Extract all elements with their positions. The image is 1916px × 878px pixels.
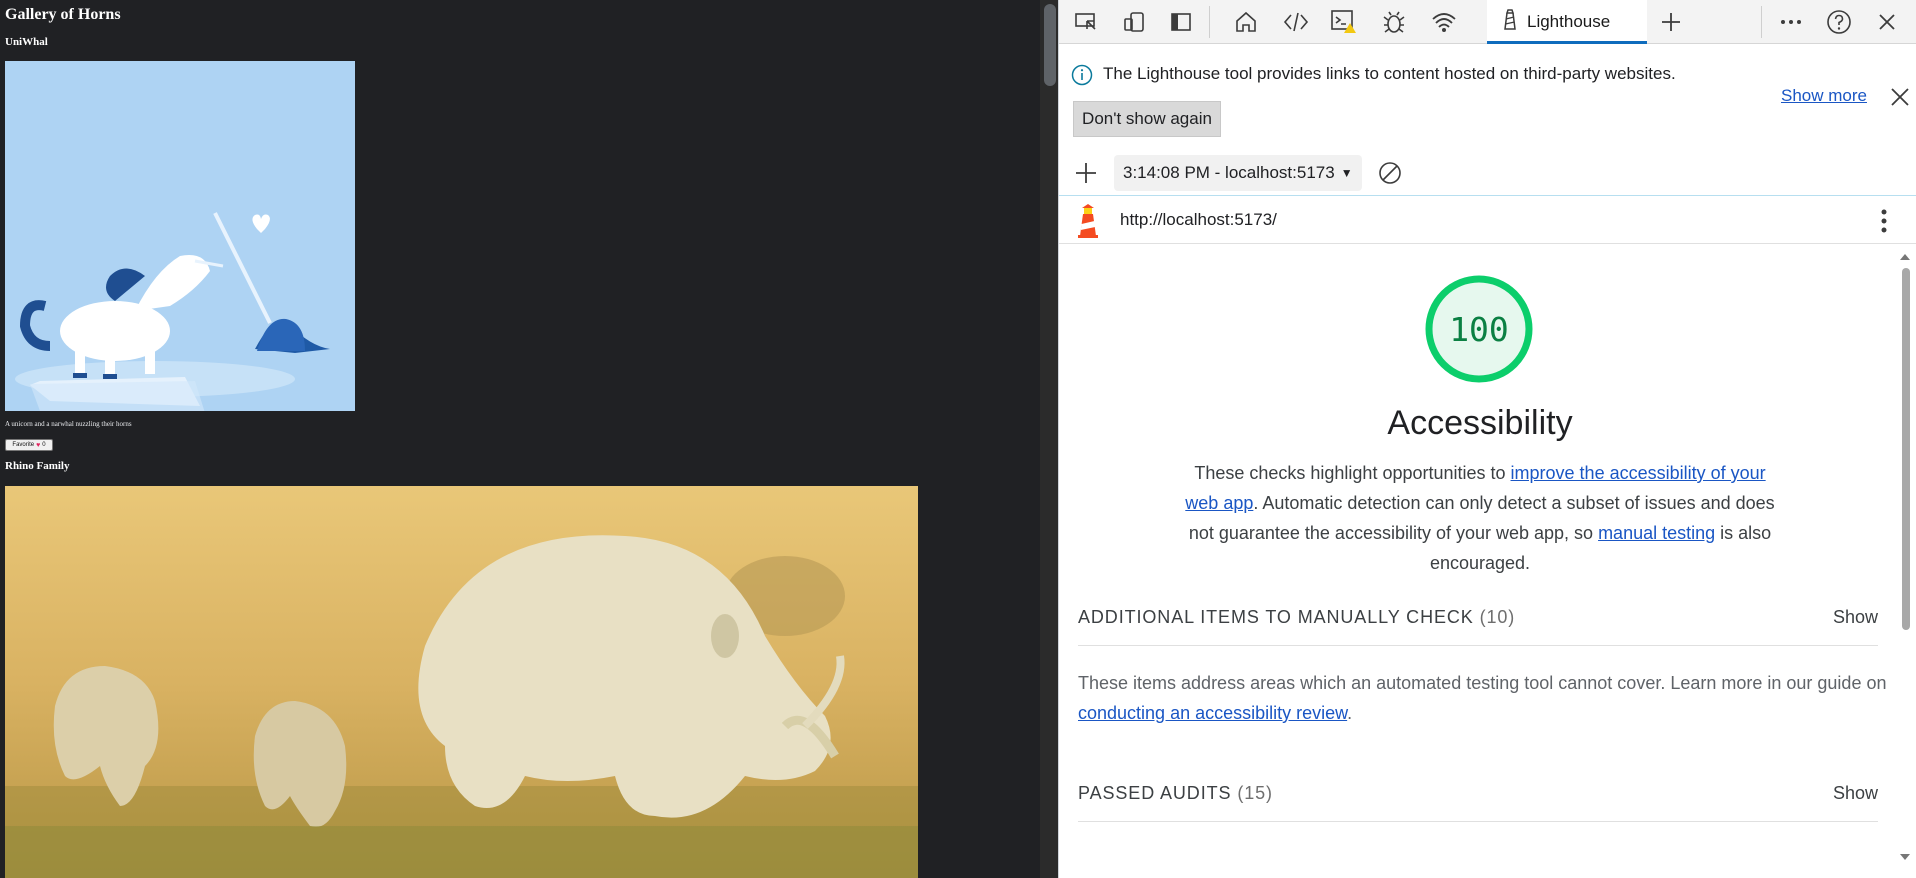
info-message: The Lighthouse tool provides links to co…	[1103, 64, 1676, 83]
passed-audits-section-header[interactable]: PASSED AUDITS (15) Show	[1078, 772, 1878, 822]
report-selector[interactable]: 3:14:08 PM - localhost:5173 ▼	[1114, 155, 1362, 191]
help-icon[interactable]	[1824, 8, 1854, 36]
page-scrollbar-thumb[interactable]	[1044, 4, 1056, 86]
manual-checks-show-toggle[interactable]: Show	[1833, 607, 1878, 628]
info-icon	[1071, 64, 1093, 86]
scroll-up-arrow-icon[interactable]	[1900, 254, 1910, 260]
tab-lighthouse[interactable]: Lighthouse	[1487, 0, 1647, 44]
heart-icon: ♥	[36, 441, 41, 449]
add-tab-icon[interactable]	[1656, 8, 1686, 36]
accessibility-score: 100	[1449, 309, 1509, 349]
accessibility-review-link[interactable]: conducting an accessibility review	[1078, 703, 1347, 723]
favorite-label: Favorite	[12, 442, 35, 448]
devtools-toolbar: Lighthouse	[1059, 0, 1916, 44]
bug-icon[interactable]	[1379, 8, 1409, 36]
report-url: http://localhost:5173/	[1120, 210, 1277, 229]
network-wifi-icon[interactable]	[1429, 8, 1459, 36]
manual-checks-title: ADDITIONAL ITEMS TO MANUALLY CHECK (10)	[1078, 607, 1516, 627]
close-infobar-icon[interactable]	[1887, 84, 1913, 110]
home-icon[interactable]	[1231, 8, 1261, 36]
clear-reports-icon[interactable]	[1377, 160, 1403, 186]
devtools-panel: Lighthouse The Lighthouse tool provides …	[1058, 0, 1916, 878]
category-title: Accessibility	[1387, 404, 1573, 442]
category-description: These checks highlight opportunities to …	[1185, 463, 1775, 573]
report-scrollbar-thumb[interactable]	[1902, 268, 1910, 630]
lighthouse-tab-icon	[1501, 8, 1519, 36]
inspect-icon[interactable]	[1071, 8, 1101, 36]
device-emulation-icon[interactable]	[1119, 8, 1149, 36]
tab-lighthouse-label: Lighthouse	[1527, 12, 1611, 31]
uniwhal-heading: UniWhal	[5, 36, 48, 48]
manual-testing-link[interactable]: manual testing	[1598, 523, 1715, 543]
page-scrollbar-track[interactable]	[1040, 0, 1058, 878]
elements-icon[interactable]	[1281, 8, 1311, 36]
lighthouse-logo-icon	[1075, 204, 1101, 238]
report-url-bar: http://localhost:5173/	[1059, 198, 1916, 244]
report-menu-icon[interactable]	[1874, 206, 1894, 236]
dont-show-again-button[interactable]: Don't show again	[1073, 101, 1221, 137]
favorite-button[interactable]: Favorite ♥ 0	[5, 439, 53, 451]
uniwhal-image	[5, 61, 355, 411]
rhino-heading: Rhino Family	[5, 460, 70, 472]
show-more-link[interactable]: Show more	[1781, 86, 1867, 106]
rendered-page: Gallery of Horns UniWhal A unicorn and a…	[0, 0, 1058, 878]
rhino-family-image	[5, 486, 918, 878]
page-title: Gallery of Horns	[5, 6, 121, 23]
close-devtools-icon[interactable]	[1872, 8, 1902, 36]
uniwhal-caption: A unicorn and a narwhal nuzzling their h…	[5, 420, 132, 428]
report-selector-value: 3:14:08 PM - localhost:5173	[1123, 163, 1335, 182]
scroll-down-arrow-icon[interactable]	[1900, 854, 1910, 860]
manual-checks-section-header[interactable]: ADDITIONAL ITEMS TO MANUALLY CHECK (10) …	[1078, 596, 1878, 646]
passed-audits-title: PASSED AUDITS (15)	[1078, 783, 1273, 803]
console-warning-icon[interactable]	[1329, 8, 1359, 36]
more-options-icon[interactable]	[1776, 8, 1806, 36]
chevron-down-icon: ▼	[1340, 166, 1353, 180]
new-report-icon[interactable]	[1073, 160, 1099, 186]
passed-audits-show-toggle[interactable]: Show	[1833, 783, 1878, 804]
dock-sidebar-icon[interactable]	[1166, 8, 1196, 36]
manual-checks-description: These items address areas which an autom…	[1078, 673, 1887, 723]
lighthouse-report: 100 Accessibility These checks highlight…	[1059, 246, 1916, 878]
favorite-count: 0	[42, 442, 46, 448]
report-toolbar: 3:14:08 PM - localhost:5173 ▼	[1059, 150, 1916, 196]
